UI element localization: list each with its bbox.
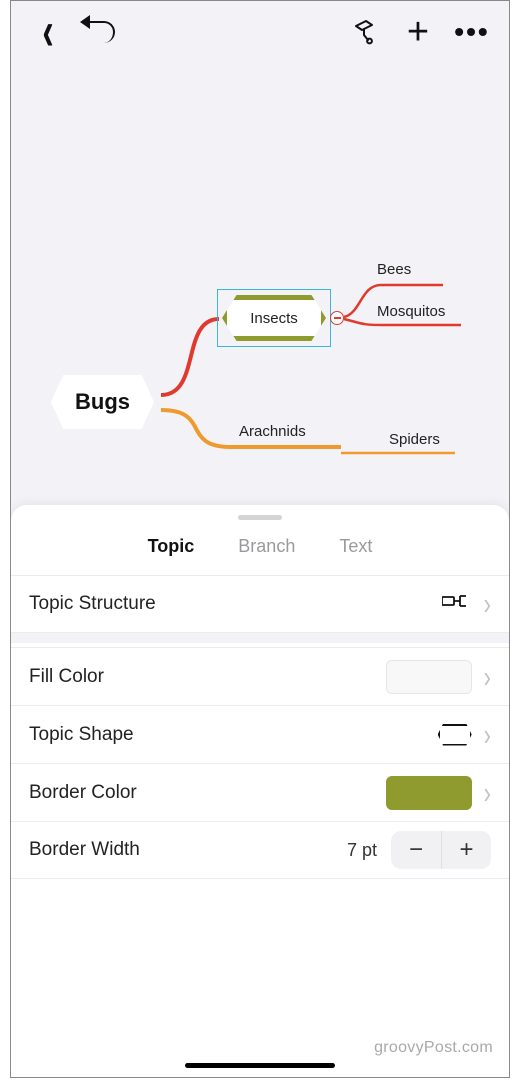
row-fill-color[interactable]: Fill Color › [11,647,509,705]
node-spiders[interactable]: Spiders [389,431,440,448]
border-color-swatch[interactable] [386,776,472,810]
chevron-right-icon: › [484,716,491,752]
node-arachnids[interactable]: Arachnids [239,423,306,440]
selected-node-frame: Insects [217,289,331,347]
node-mosquitos[interactable]: Mosquitos [377,303,445,320]
node-insects[interactable]: Insects [222,295,326,341]
label-fill-color: Fill Color [29,666,386,688]
border-width-value: 7 pt [347,840,377,861]
decrement-button[interactable]: − [391,831,441,869]
row-topic-shape[interactable]: Topic Shape › [11,705,509,763]
row-topic-structure[interactable]: Topic Structure › [11,575,509,633]
style-button[interactable] [337,5,391,59]
border-width-stepper: − + [391,831,491,869]
fill-color-swatch[interactable] [386,660,472,694]
structure-icon [442,591,472,617]
increment-button[interactable]: + [441,831,491,869]
tab-branch[interactable]: Branch [238,536,295,557]
tab-text[interactable]: Text [339,536,372,557]
node-bees[interactable]: Bees [377,261,411,278]
label-topic-structure: Topic Structure [29,593,442,615]
chevron-left-icon: ‹ [42,1,53,63]
more-button[interactable]: ••• [445,5,499,59]
plus-icon: + [407,11,429,54]
row-border-width: Border Width 7 pt − + [11,821,509,879]
more-icon: ••• [454,16,489,48]
watermark: groovyPost.com [374,1039,493,1057]
paint-roller-icon [350,18,378,46]
chevron-right-icon: › [484,774,491,810]
sheet-grabber[interactable] [238,515,282,520]
label-border-width: Border Width [29,839,347,861]
collapse-handle[interactable] [330,311,344,325]
back-button[interactable]: ‹ [21,5,75,59]
add-button[interactable]: + [391,5,445,59]
mindmap-canvas[interactable]: Bugs Insects Bees Mosquitos Arachnids Sp… [11,63,509,503]
toolbar: ‹ + ••• [11,1,509,63]
hexagon-icon [438,724,472,746]
format-tabs: Topic Branch Text [11,526,509,575]
label-topic-shape: Topic Shape [29,724,438,746]
undo-icon [89,21,115,43]
home-indicator[interactable] [185,1063,335,1068]
tab-topic[interactable]: Topic [148,536,195,557]
chevron-right-icon: › [484,586,491,622]
section-divider [11,633,509,647]
row-border-color[interactable]: Border Color › [11,763,509,821]
label-border-color: Border Color [29,782,386,804]
root-node[interactable]: Bugs [51,375,154,429]
format-panel: Topic Branch Text Topic Structure › Fill… [11,505,509,1077]
undo-button[interactable] [75,5,129,59]
chevron-right-icon: › [484,658,491,694]
